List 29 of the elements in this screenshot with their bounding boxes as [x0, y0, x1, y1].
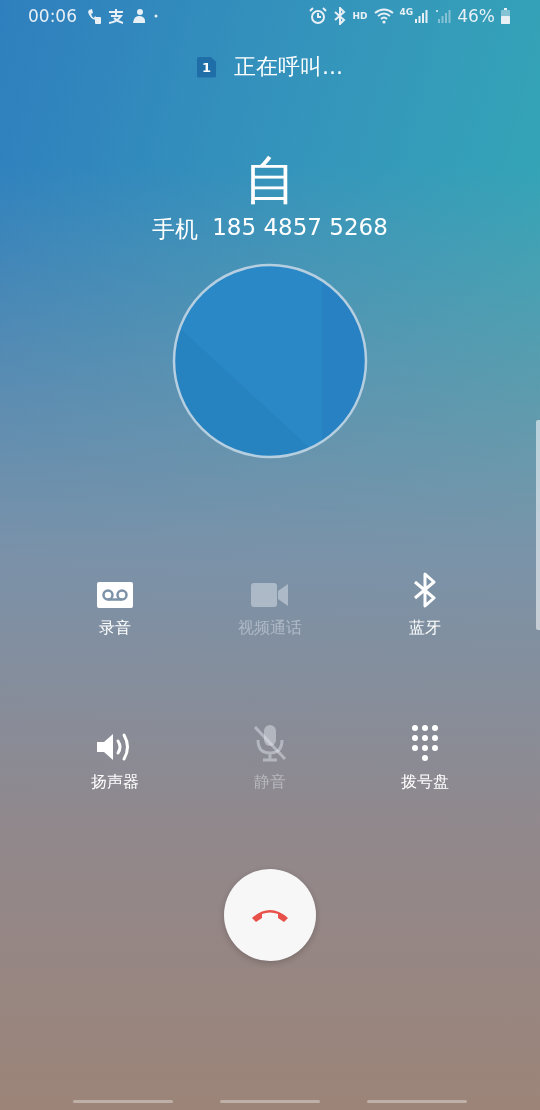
number-label: 手机 [152, 215, 199, 244]
mute-microphone-icon [252, 724, 288, 762]
call-action[interactable]: 蓝牙 [347, 565, 503, 639]
phone-number: 185 4857 5268 [212, 214, 388, 242]
hd-label: HD [352, 11, 368, 21]
voicemail-icon [97, 582, 133, 608]
video-camera-icon [251, 582, 289, 608]
battery-icon [501, 8, 510, 24]
edge-panel-handle[interactable] [536, 420, 540, 630]
sim-badge: 1 [197, 56, 216, 78]
call-action[interactable]: 扬声器 [37, 719, 193, 793]
call-action[interactable]: 录音 [37, 565, 193, 639]
signal-icon [435, 8, 452, 24]
call-sim-icon [87, 8, 101, 24]
bluetooth-icon [332, 7, 347, 25]
end-call-button[interactable] [224, 869, 316, 961]
signal-icon [415, 8, 430, 24]
status-time: 00:06 [28, 6, 77, 26]
app-notification-icon [131, 8, 147, 24]
call-status: 正在呼叫... [234, 53, 343, 81]
pay-app-icon [107, 8, 125, 24]
network-label: 4G [399, 7, 414, 17]
call-action[interactable]: 拨号盘 [347, 719, 503, 793]
bluetooth-icon [412, 572, 438, 608]
contact-name: 自 [244, 150, 296, 210]
alarm-icon [308, 7, 327, 25]
battery-level: 46% [457, 6, 495, 26]
wifi-icon [373, 8, 394, 24]
keypad-icon [411, 724, 439, 762]
